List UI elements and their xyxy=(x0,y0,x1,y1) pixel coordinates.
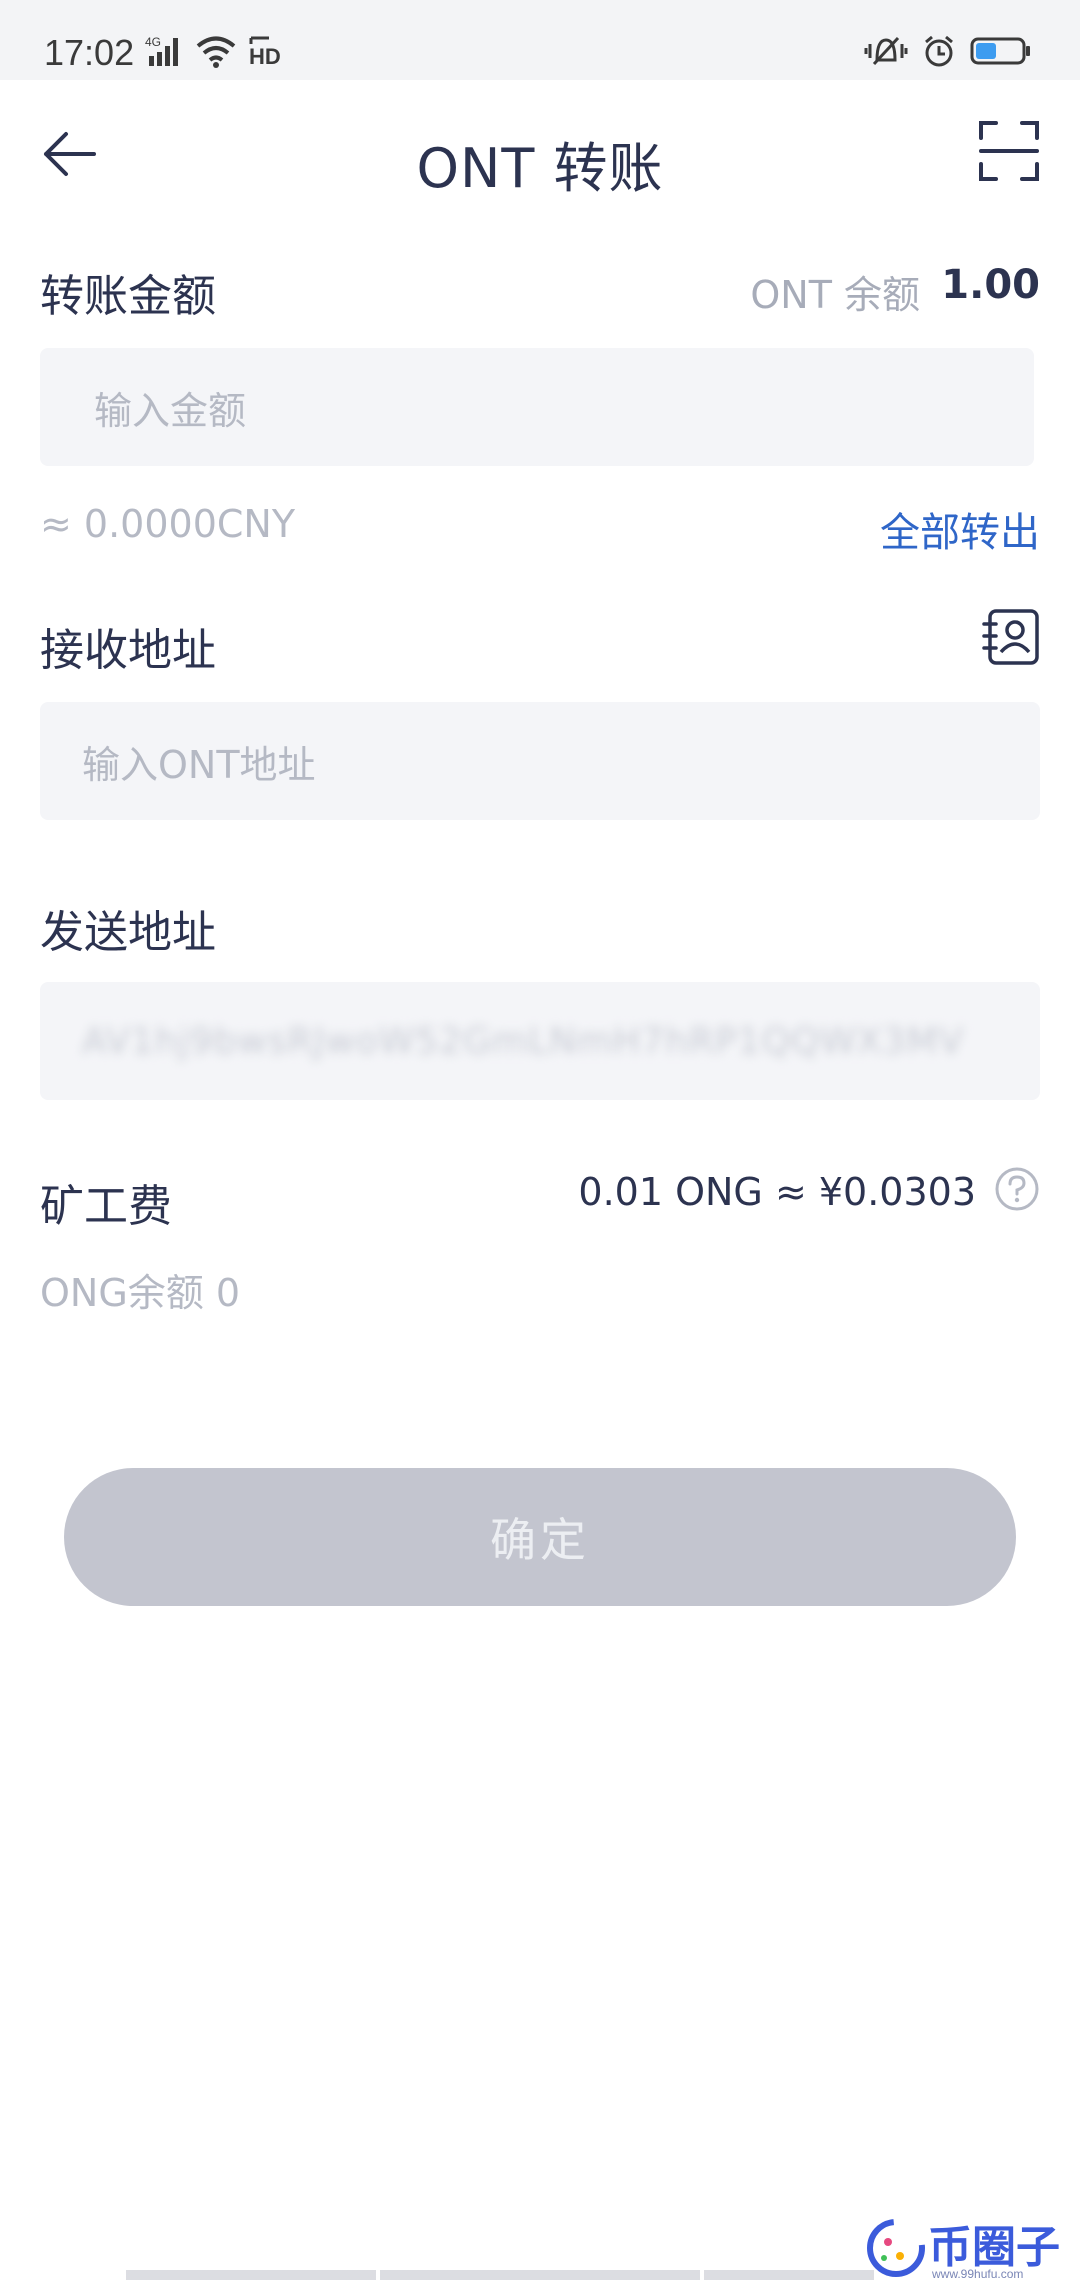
nav-hint-right xyxy=(704,2270,874,2280)
nav-hint-left xyxy=(126,2270,376,2280)
wifi-icon xyxy=(196,36,236,68)
watermark-url: www.99hufu.com xyxy=(931,2267,1023,2280)
status-right-icons xyxy=(864,34,1032,68)
status-bar: 17:02 4G HD xyxy=(0,0,1080,80)
transfer-page: 17:02 4G HD ONT 转账 转账金额 ONT 余额 1.00 输入金额… xyxy=(0,0,1080,2280)
transfer-all-button[interactable]: 全部转出 xyxy=(880,500,1040,558)
watermark-logo: 币圈子 www.99hufu.com xyxy=(862,2212,1072,2280)
status-left-icons: 4G HD xyxy=(145,34,283,68)
address-book-button[interactable] xyxy=(982,608,1040,666)
fee-help-button[interactable] xyxy=(994,1166,1040,1212)
battery-icon xyxy=(970,37,1030,65)
fee-value: 0.01 ONG ≈ ¥0.0303 xyxy=(578,1170,976,1214)
nav-hint-center xyxy=(380,2270,700,2280)
confirm-button[interactable]: 确定 xyxy=(64,1468,1016,1606)
ont-balance-value: 1.00 xyxy=(941,262,1040,308)
contact-book-icon xyxy=(982,609,1039,665)
ong-balance: ONG余额 0 xyxy=(40,1271,241,1315)
ont-balance-label: ONT 余额 xyxy=(750,273,920,317)
amount-label: 转账金额 xyxy=(40,271,216,322)
status-time: 17:02 xyxy=(44,32,135,73)
scan-icon xyxy=(979,121,1039,181)
top-header: ONT 转账 xyxy=(0,80,1080,230)
fee-label: 矿工费 xyxy=(40,1181,172,1232)
network-type: 4G xyxy=(145,35,161,49)
page-title: ONT 转账 xyxy=(416,137,664,200)
send-address-field: AV1hj9bwsRJwoW52GmLNmH7hRP1QQWX3MV xyxy=(40,982,1040,1100)
hd-voice-icon: HD xyxy=(249,36,281,68)
watermark-text: 币圈子 xyxy=(928,2222,1060,2273)
hd-label: HD xyxy=(249,44,281,68)
send-address-value: AV1hj9bwsRJwoW52GmLNmH7hRP1QQWX3MV xyxy=(82,1020,965,1062)
question-circle-icon xyxy=(995,1167,1039,1211)
scan-qr-button[interactable] xyxy=(978,120,1040,182)
receive-address-label: 接收地址 xyxy=(40,625,216,676)
cellular-signal-icon: 4G xyxy=(145,35,178,66)
vibrate-mute-icon xyxy=(864,36,908,66)
receive-address-input[interactable]: 输入ONT地址 xyxy=(40,702,1040,820)
amount-input[interactable]: 输入金额 xyxy=(40,348,1034,466)
cny-estimate: ≈ 0.0000CNY xyxy=(40,502,296,546)
alarm-clock-icon xyxy=(925,35,953,67)
send-address-label: 发送地址 xyxy=(40,907,216,958)
